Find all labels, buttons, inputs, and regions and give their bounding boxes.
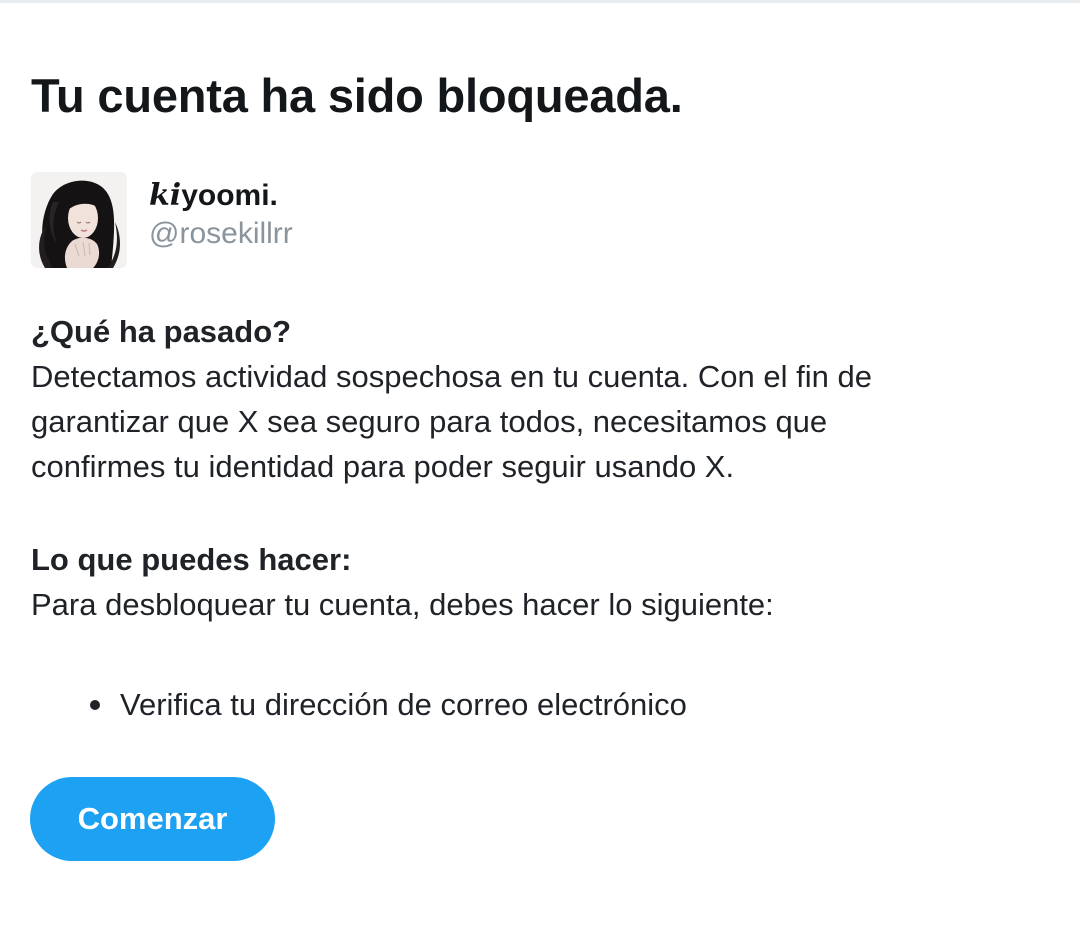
- step-label: Verifica tu dirección de correo electrón…: [120, 687, 687, 722]
- avatar: [31, 172, 127, 268]
- profile-photo-avatar-icon: [31, 172, 127, 268]
- profile-names: kiyoomi. @rosekillrr: [149, 172, 293, 254]
- start-button[interactable]: Comenzar: [30, 777, 275, 861]
- what-happened-line-1: Detectamos actividad sospechosa en tu cu…: [31, 359, 872, 394]
- bullet-icon: [90, 699, 100, 710]
- what-you-can-do-heading: Lo que puedes hacer:: [31, 542, 352, 577]
- what-happened-line-2: garantizar que X sea seguro para todos, …: [31, 404, 828, 439]
- display-name: kiyoomi.: [149, 178, 293, 214]
- list-item: Verifica tu dirección de correo electrón…: [90, 682, 687, 727]
- profile-card: kiyoomi. @rosekillrr: [31, 172, 293, 268]
- user-handle: @rosekillrr: [149, 217, 293, 250]
- what-happened-line-3: confirmes tu identidad para poder seguir…: [31, 449, 735, 484]
- locked-account-page: Tu cuenta ha sido bloqueada. kiyoomi. @r…: [0, 0, 1080, 929]
- steps-list: Verifica tu dirección de correo electrón…: [90, 682, 687, 727]
- page-title: Tu cuenta ha sido bloqueada.: [31, 69, 683, 122]
- what-you-can-do-body: Para desbloquear tu cuenta, debes hacer …: [31, 587, 774, 622]
- display-name-rest: yoomi.: [181, 179, 278, 212]
- what-you-can-do-section: Lo que puedes hacer: Para desbloquear tu…: [31, 538, 1031, 627]
- top-divider: [0, 0, 1080, 3]
- display-name-prefix: ki: [149, 178, 182, 213]
- what-happened-section: ¿Qué ha pasado? Detectamos actividad sos…: [31, 310, 1031, 489]
- what-happened-heading: ¿Qué ha pasado?: [31, 314, 292, 349]
